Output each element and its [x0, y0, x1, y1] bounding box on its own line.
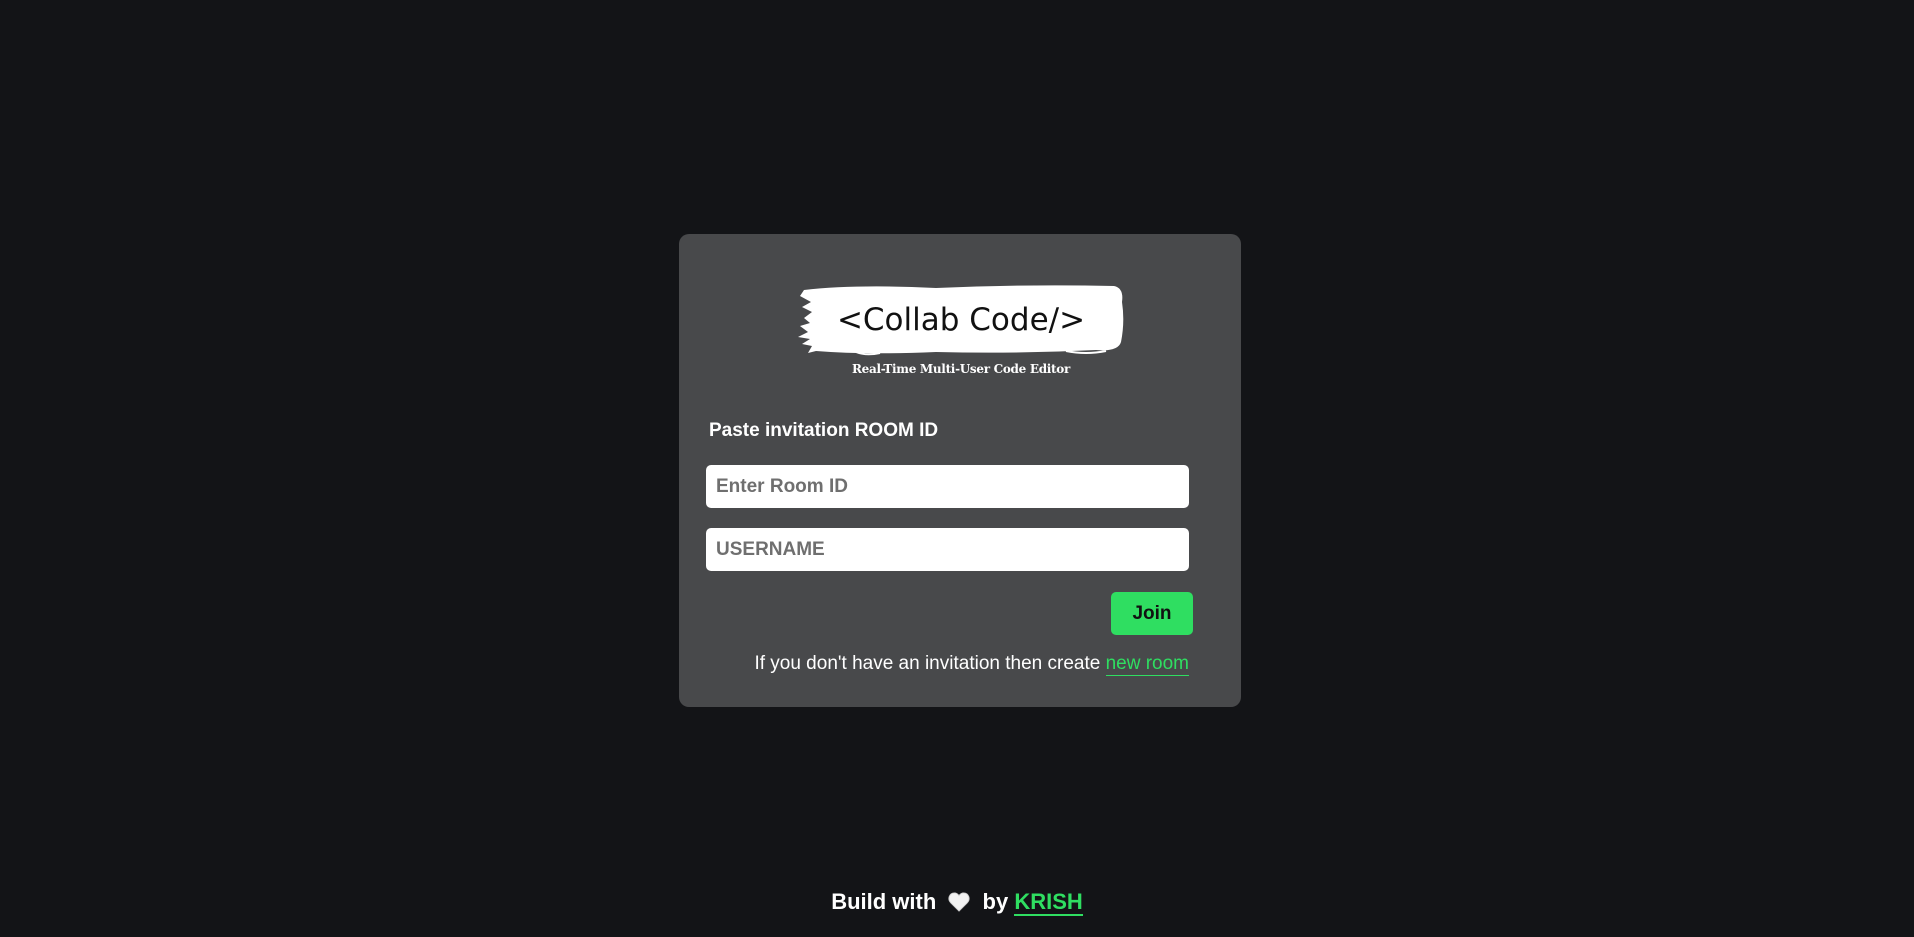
footer-prefix: Build with — [831, 889, 937, 914]
room-id-input[interactable] — [706, 465, 1189, 508]
white-heart-icon — [948, 892, 970, 918]
logo-title: <Collab Code/> — [836, 302, 1086, 338]
join-room-card: <Collab Code/> Real-Time Multi-User Code… — [679, 234, 1241, 707]
page: <Collab Code/> Real-Time Multi-User Code… — [0, 0, 1914, 937]
author-link[interactable]: KRISH — [1014, 889, 1083, 916]
username-input[interactable] — [706, 528, 1189, 571]
footer: Build with by KRISH — [0, 889, 1914, 918]
app-logo: <Collab Code/> Real-Time Multi-User Code… — [796, 282, 1126, 382]
join-button[interactable]: Join — [1111, 592, 1193, 635]
room-id-label: Paste invitation ROOM ID — [709, 420, 939, 441]
logo-subtitle: Real-Time Multi-User Code Editor — [851, 362, 1071, 376]
footer-by: by — [982, 889, 1009, 914]
create-room-hint: If you don't have an invitation then cre… — [731, 653, 1189, 676]
new-room-link[interactable]: new room — [1105, 653, 1189, 676]
create-room-hint-text: If you don't have an invitation then cre… — [754, 653, 1106, 674]
